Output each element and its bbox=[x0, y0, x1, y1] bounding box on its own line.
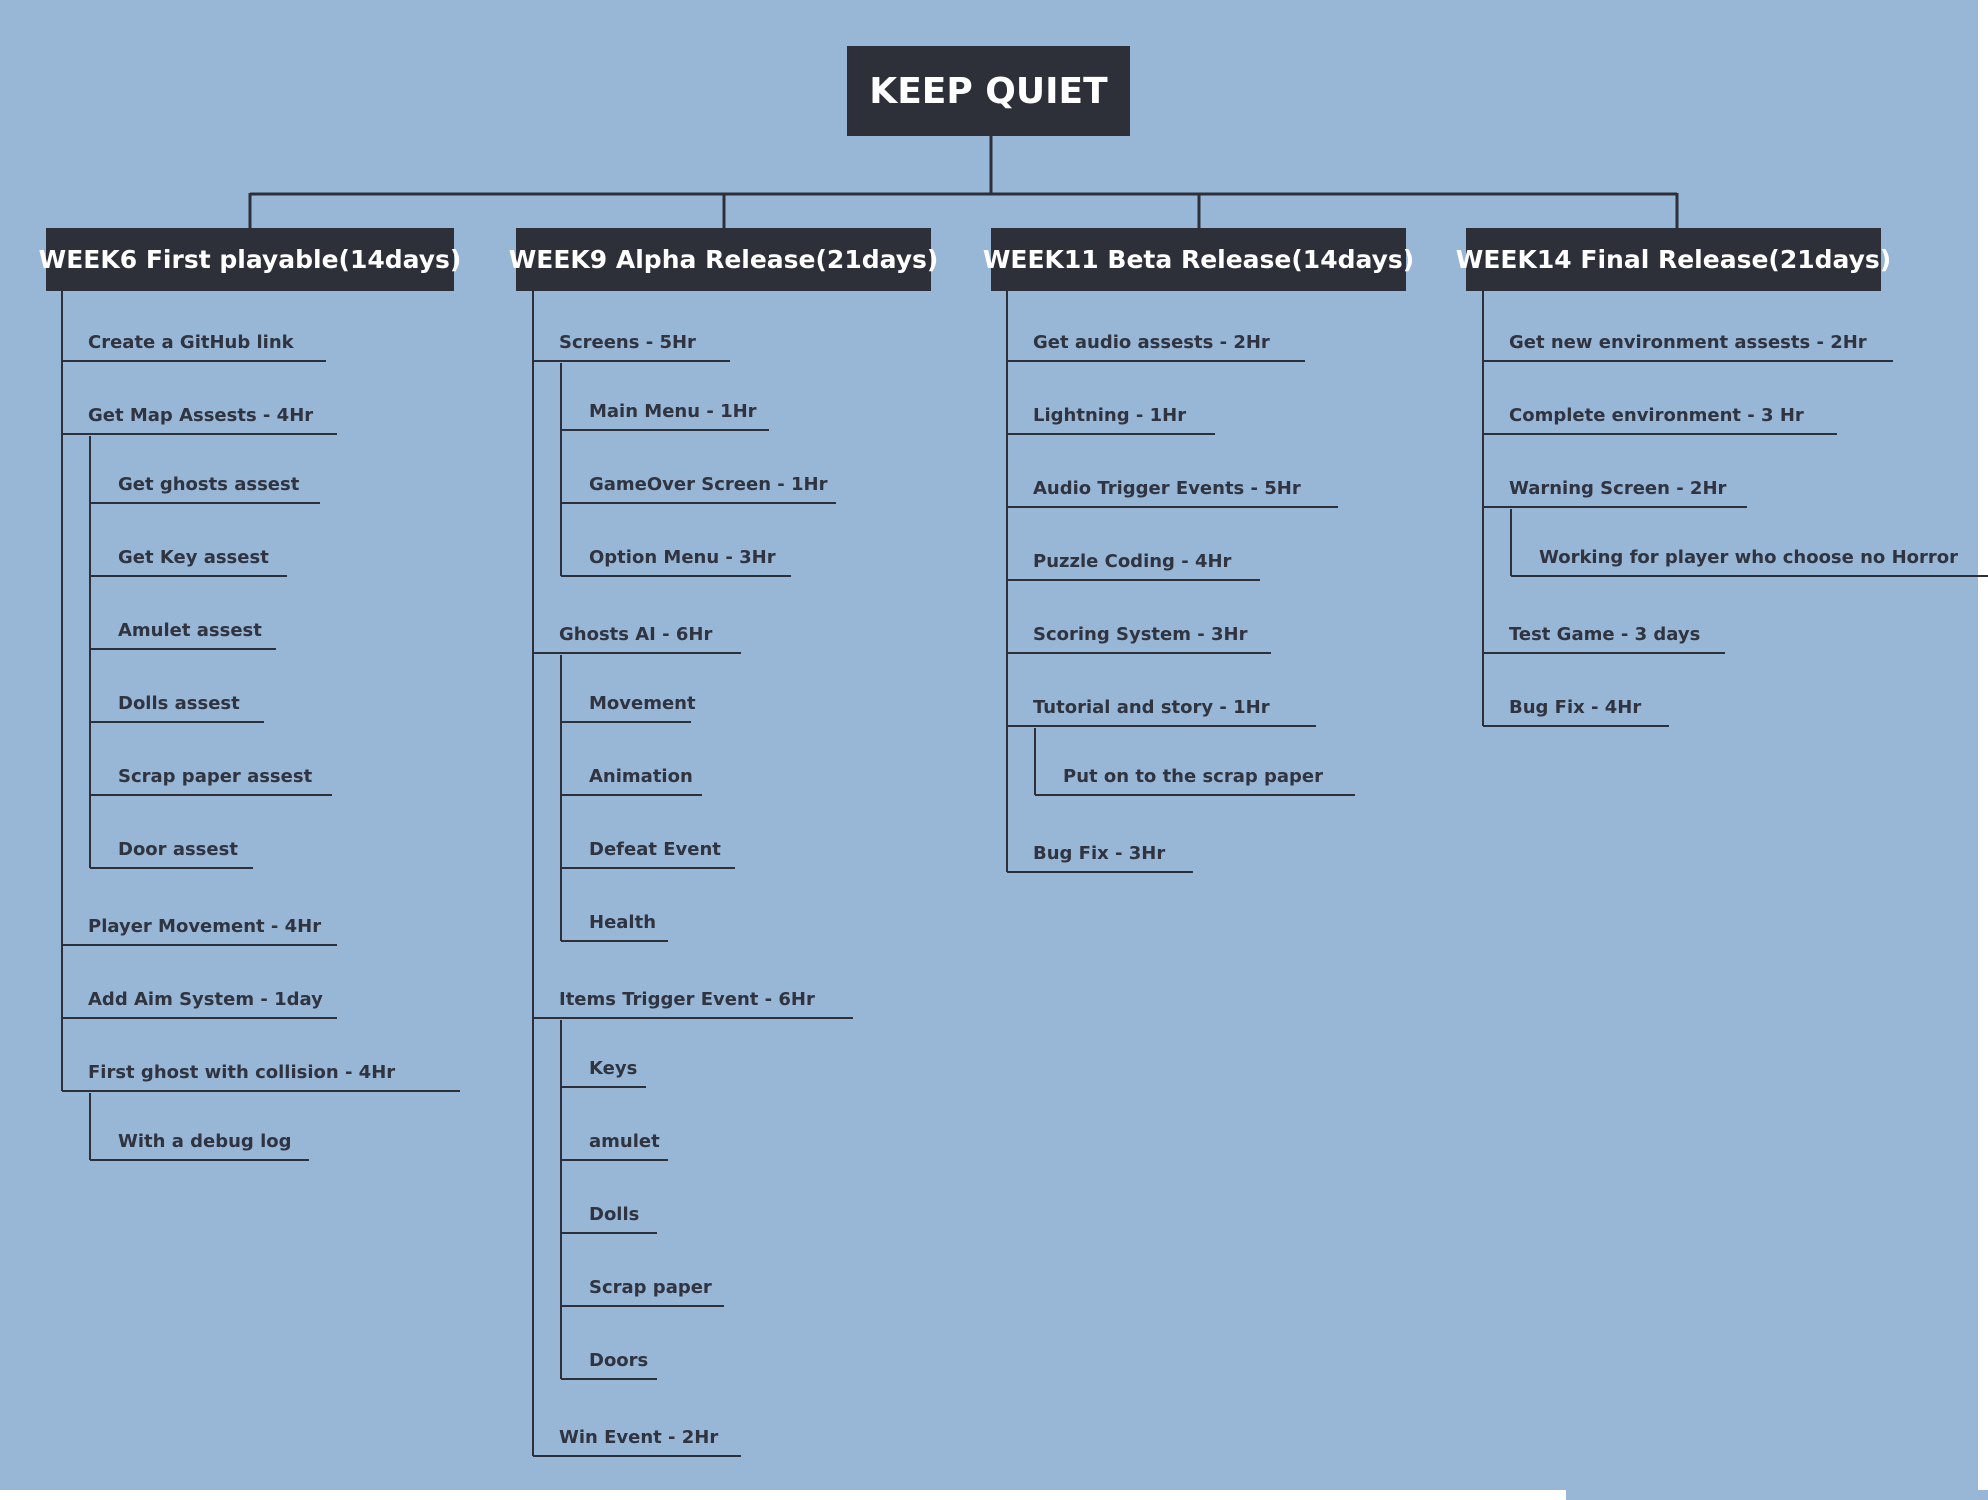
week-node-week6: WEEK6 First playable(14days) bbox=[39, 228, 461, 291]
week-node-week11: WEEK11 Beta Release(14days) bbox=[983, 228, 1414, 291]
subtask-item: Doors bbox=[589, 1350, 649, 1371]
task-item: First ghost with collision - 4Hr bbox=[88, 1062, 396, 1083]
task-item: Add Aim System - 1day bbox=[88, 989, 323, 1010]
week-node-week9: WEEK9 Alpha Release(21days) bbox=[509, 228, 938, 291]
week-node-week14: WEEK14 Final Release(21days) bbox=[1456, 228, 1891, 291]
subtask-item: Option Menu - 3Hr bbox=[589, 547, 776, 568]
task-item: Screens - 5Hr bbox=[559, 332, 696, 353]
task-item: Complete environment - 3 Hr bbox=[1509, 405, 1804, 426]
subtask-item: Dolls assest bbox=[118, 693, 240, 714]
subtask-item: With a debug log bbox=[118, 1131, 292, 1152]
subtask-item: Main Menu - 1Hr bbox=[589, 401, 757, 422]
connector-lines bbox=[61, 136, 1988, 1457]
subtask-item: Dolls bbox=[589, 1204, 640, 1225]
subtask-item: Amulet assest bbox=[118, 620, 262, 641]
task-item: Warning Screen - 2Hr bbox=[1509, 478, 1727, 499]
task-item: Test Game - 3 days bbox=[1509, 624, 1701, 645]
subtask-item: Scrap paper assest bbox=[118, 766, 313, 787]
subtask-item: Get ghosts assest bbox=[118, 474, 300, 495]
task-item: Player Movement - 4Hr bbox=[88, 916, 322, 937]
task-item: Bug Fix - 4Hr bbox=[1509, 697, 1642, 718]
subtask-item: GameOver Screen - 1Hr bbox=[589, 474, 828, 495]
task-item: Items Trigger Event - 6Hr bbox=[559, 989, 815, 1010]
task-item: Get audio assests - 2Hr bbox=[1033, 332, 1270, 353]
task-item: Ghosts AI - 6Hr bbox=[559, 624, 713, 645]
subtask-item: Get Key assest bbox=[118, 547, 269, 568]
subtask-item: Movement bbox=[589, 693, 696, 714]
subtask-item: Door assest bbox=[118, 839, 238, 860]
subtask-item: Health bbox=[589, 912, 657, 933]
task-item: Win Event - 2Hr bbox=[559, 1427, 719, 1448]
subtask-item: Put on to the scrap paper bbox=[1063, 766, 1324, 787]
task-item: Create a GitHub link bbox=[88, 332, 294, 353]
subtask-item: amulet bbox=[589, 1131, 660, 1152]
task-item: Get Map Assests - 4Hr bbox=[88, 405, 314, 426]
task-item: Lightning - 1Hr bbox=[1033, 405, 1187, 426]
task-item: Get new environment assests - 2Hr bbox=[1509, 332, 1867, 353]
task-item: Audio Trigger Events - 5Hr bbox=[1033, 478, 1301, 499]
task-item: Puzzle Coding - 4Hr bbox=[1033, 551, 1232, 572]
subtask-item: Animation bbox=[589, 766, 693, 787]
task-item: Tutorial and story - 1Hr bbox=[1033, 697, 1270, 718]
subtask-item: Defeat Event bbox=[589, 839, 721, 860]
task-item: Scoring System - 3Hr bbox=[1033, 624, 1248, 645]
subtask-item: Scrap paper bbox=[589, 1277, 712, 1298]
root-node: KEEP QUIET bbox=[847, 46, 1130, 136]
subtask-item: Keys bbox=[589, 1058, 638, 1079]
task-item: Bug Fix - 3Hr bbox=[1033, 843, 1166, 864]
subtask-item: Working for player who choose no Horror bbox=[1539, 547, 1958, 568]
